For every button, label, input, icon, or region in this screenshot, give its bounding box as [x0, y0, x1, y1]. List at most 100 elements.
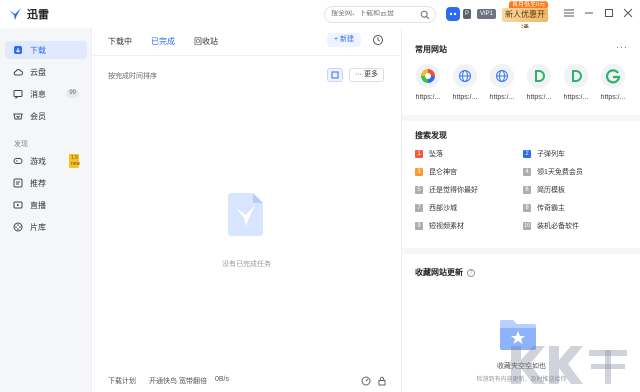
rank-badge: 5 [415, 186, 423, 194]
globe-icon [453, 64, 477, 88]
hot-search-item[interactable]: 4 领1天免费会员 [523, 167, 583, 177]
new-task-button[interactable]: + 新建 [327, 33, 361, 47]
favorites-title: 收藏网站更新? [415, 267, 475, 278]
hot-search-item[interactable]: 3 昆仑神宫 [415, 167, 457, 177]
sidebar-item-label: 直播 [30, 200, 46, 210]
watermark-logo [505, 340, 635, 390]
hot-search-item[interactable]: 10 装机必备软件 [523, 221, 579, 231]
sites-title: 常用网站 [415, 45, 447, 54]
download-icon [13, 45, 23, 55]
sidebar-item-recommend[interactable]: 推荐 [5, 174, 87, 192]
rank-badge: 8 [523, 204, 531, 212]
sort-selector[interactable]: 按完成时间排序 [108, 71, 157, 81]
vip-promo-button[interactable]: 新人优惠开通 [502, 8, 548, 33]
g-logo-icon [601, 64, 625, 88]
download-plan-button[interactable]: 下载计划 [108, 376, 136, 386]
rank-badge: 7 [415, 204, 423, 212]
tab-recycle-bin[interactable]: 回收站 [194, 36, 218, 47]
sidebar-item-label: 推荐 [30, 178, 46, 188]
maximize-icon[interactable] [603, 7, 615, 19]
title-bar: 迅雷 P VIP1 首月低至0元 新人优惠开通 [0, 0, 640, 33]
site-label: https:/... [563, 94, 589, 101]
hot-search-label: 短视频素材 [429, 223, 464, 230]
site-label: https:/... [415, 94, 441, 101]
minimize-icon[interactable] [583, 7, 595, 19]
rank-badge: 4 [523, 168, 531, 176]
site-shortcut[interactable]: https:/... [524, 64, 554, 101]
more-icon[interactable]: ··· [616, 42, 628, 52]
sidebar-item-vip[interactable]: 会员 [5, 107, 87, 125]
rank-badge: 6 [523, 186, 531, 194]
app-logo: 迅雷 [8, 6, 49, 22]
globe-icon [490, 64, 514, 88]
thunder-bird-icon [8, 7, 22, 21]
site-shortcut[interactable]: https:/... [413, 64, 443, 101]
film-icon [13, 222, 23, 232]
search-input[interactable] [331, 10, 419, 17]
view-mode-button[interactable] [327, 68, 343, 82]
menu-icon[interactable] [563, 7, 575, 19]
game-icon [13, 156, 23, 166]
sidebar-item-live[interactable]: 直播 [5, 196, 87, 214]
sidebar-item-label: 片库 [30, 222, 46, 232]
hot-search-label: 坠落 [429, 151, 443, 158]
hot-search-label: 子弹列车 [537, 151, 565, 158]
hot-search-item[interactable]: 6 简历模板 [523, 185, 565, 195]
tab-divider [93, 55, 400, 56]
sidebar-item-label: 会员 [30, 111, 46, 121]
search-box[interactable] [324, 6, 436, 23]
more-button[interactable]: ··· 更多 [349, 68, 384, 82]
vip-icon [13, 111, 23, 121]
rank-badge: 10 [523, 222, 531, 230]
search-icon[interactable] [420, 10, 430, 20]
download-rate: 0B/s [215, 376, 230, 383]
sidebar-item-game[interactable]: 游戏 1.5 new [5, 152, 87, 170]
hot-search-item[interactable]: 9 短视频素材 [415, 221, 464, 231]
tab-completed[interactable]: 已完成 [151, 36, 175, 47]
section-separator [402, 248, 640, 254]
recommend-icon [13, 178, 23, 188]
app-window: 迅雷 P VIP1 首月低至0元 新人优惠开通 [0, 0, 640, 392]
accelerate-icon[interactable] [361, 376, 371, 386]
hot-search-item[interactable]: 8 传奇霸主 [523, 203, 565, 213]
sidebar-item-cloud[interactable]: 云盘 [5, 63, 87, 81]
sidebar-item-film[interactable]: 片库 [5, 218, 87, 236]
sidebar-item-label: 消息 [30, 89, 46, 99]
speedup-link[interactable]: 开通快鸟 宽带翻倍 [149, 376, 207, 386]
history-icon[interactable] [372, 34, 384, 46]
download-panel: 下载中 已完成 回收站 + 新建 按完成时间排序 ··· 更多 没有已完成任务 … [93, 28, 400, 392]
hot-search-item[interactable]: 1 坠落 [415, 149, 443, 159]
site-label: https:/... [452, 94, 478, 101]
lock-icon[interactable] [377, 376, 387, 386]
hot-search-item[interactable]: 7 西部沙城 [415, 203, 457, 213]
new-badge: 1.5 new [69, 154, 81, 168]
hot-search-label: 还是觉得你最好 [429, 187, 478, 194]
hot-search-label: 装机必备软件 [537, 223, 579, 230]
site-shortcut[interactable]: https:/... [598, 64, 628, 101]
site-shortcut[interactable]: https:/... [487, 64, 517, 101]
hot-search-label: 传奇霸主 [537, 205, 565, 212]
discover-section-title: 发现 [14, 141, 28, 148]
empty-file-icon [227, 191, 265, 237]
site-shortcut[interactable]: https:/... [450, 64, 480, 101]
hot-search-item[interactable]: 2 子弹列车 [523, 149, 565, 159]
avatar[interactable] [446, 7, 460, 21]
hot-search-item[interactable]: 5 还是觉得你最好 [415, 185, 478, 195]
sidebar-item-label: 下载 [30, 45, 46, 55]
message-icon [13, 89, 23, 99]
hot-search-label: 昆仑神宫 [429, 169, 457, 176]
discovery-panel: 常用网站 ··· https:/... https:/... https:/..… [401, 28, 640, 392]
info-icon[interactable]: ? [467, 268, 475, 277]
close-icon[interactable] [622, 7, 634, 19]
sidebar-item-message[interactable]: 消息 99 [5, 85, 87, 103]
vip-badge: VIP1 [477, 9, 497, 19]
search-discovery-title: 搜索发现 [415, 131, 447, 140]
site-shortcut[interactable]: https:/... [561, 64, 591, 101]
tab-downloading[interactable]: 下载中 [108, 36, 132, 47]
empty-state-text: 没有已完成任务 [222, 261, 271, 268]
d-logo-icon [527, 64, 551, 88]
section-separator [402, 115, 640, 121]
hot-search-label: 领1天免费会员 [537, 169, 583, 176]
status-bar: 下载计划 开通快鸟 宽带翻倍 0B/s [93, 371, 400, 392]
sidebar-item-download[interactable]: 下载 [5, 41, 87, 59]
